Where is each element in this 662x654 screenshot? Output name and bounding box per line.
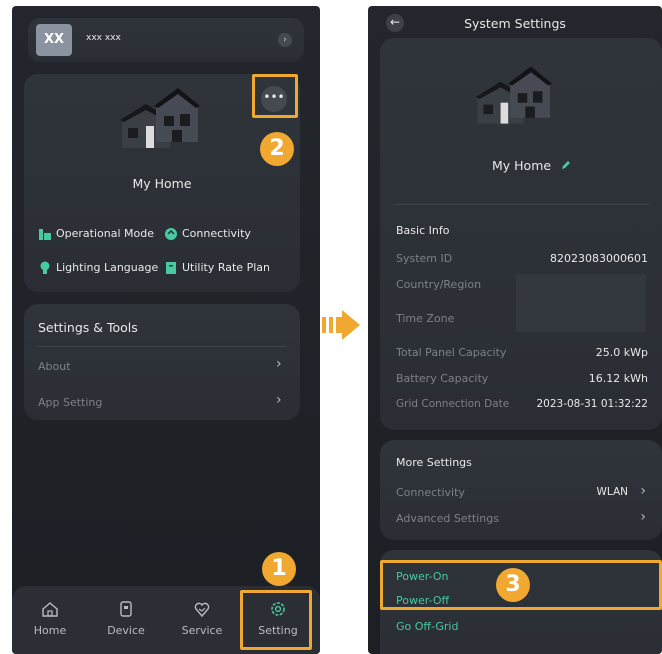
callout-box [240,590,312,650]
callout-box [252,74,298,118]
info-value: 25.0 kWp [595,346,648,359]
info-label: Grid Connection Date [396,398,510,410]
info-label: Total Panel Capacity [396,346,507,359]
info-row-battery-capacity: Battery Capacity 16.12 kWh [380,370,662,390]
chevron-right-icon: › [278,33,292,47]
lighting-icon [40,261,50,274]
quick-link-lighting-language[interactable]: Lighting Language [38,260,162,276]
quick-link-label: Operational Mode [56,227,155,240]
nav-label: Service [181,624,223,637]
chevron-right-icon: › [276,392,282,408]
settings-item-app-setting[interactable]: App Setting › [24,390,300,414]
page-title: System Settings [464,16,566,31]
section-title: Basic Info [396,224,450,237]
house-image [120,88,200,148]
arrow-right-icon [322,310,360,340]
setting-value: WLAN [596,486,628,498]
quick-link-label: Utility Rate Plan [182,261,270,274]
user-name: xxx xxx [86,33,121,43]
settings-item-about[interactable]: About › [24,354,300,378]
go-off-grid-button[interactable]: Go Off-Grid [396,620,458,633]
quick-link-connectivity[interactable]: Connectivity [164,226,284,242]
house-image [475,66,552,124]
operational-mode-icon [39,229,51,240]
utility-rate-icon [166,262,176,274]
info-value: 2023-08-31 01:32:22 [536,398,648,410]
chevron-right-icon: › [640,483,646,499]
home-name: My Home [492,158,552,173]
setting-row-advanced[interactable]: Advanced Settings › [380,508,662,530]
nav-device[interactable]: Device [96,600,156,637]
chevron-right-icon: › [640,509,646,525]
info-label: Battery Capacity [396,372,489,385]
info-row-panel-capacity: Total Panel Capacity 25.0 kWp [380,344,662,364]
more-settings-card: More Settings Connectivity WLAN › Advanc… [380,440,662,540]
chevron-right-icon: › [276,356,282,372]
nav-home[interactable]: Home [20,600,80,637]
divider [38,346,286,347]
step-badge: 1 [262,552,296,586]
info-row-time-zone: Time Zone [380,310,662,330]
info-label: Time Zone [396,312,455,325]
info-row-grid-connection-date: Grid Connection Date 2023-08-31 01:32:22 [380,396,662,416]
home-screen: XX xxx xxx › ••• My Home Operational Mod… [12,6,320,654]
avatar: XX [36,24,72,56]
info-value: 82023083000601 [550,252,648,265]
nav-label: Device [107,624,145,637]
setting-label: Connectivity [396,486,465,499]
step-badge: 3 [496,568,530,602]
basic-info-card: My Home Basic Info System ID 82023083000… [380,38,662,430]
info-label: Country/Region [396,278,482,291]
system-settings-screen: ← System Settings My Home Basic Info Sys… [368,6,662,654]
info-value: 16.12 kWh [588,372,648,385]
setting-label: Advanced Settings [396,512,499,525]
quick-link-label: Connectivity [182,227,251,240]
settings-tools-card: Settings & Tools About › App Setting › [24,304,300,420]
settings-item-label: App Setting [38,396,103,409]
connectivity-icon [165,228,177,240]
info-label: System ID [396,252,453,265]
nav-service[interactable]: Service [172,600,232,637]
edit-pencil-icon[interactable] [560,159,572,171]
step-badge: 2 [260,132,294,166]
setting-row-connectivity[interactable]: Connectivity WLAN › [380,482,662,504]
home-name: My Home [132,176,192,191]
info-row-system-id: System ID 82023083000601 [380,250,662,270]
nav-label: Home [33,624,67,637]
quick-link-label: Lighting Language [56,261,159,274]
section-title: More Settings [396,456,472,469]
user-bar[interactable]: XX xxx xxx › [28,18,304,62]
home-icon [42,602,58,617]
section-title: Settings & Tools [38,320,138,335]
device-icon [120,601,132,617]
service-icon [194,602,210,618]
quick-link-utility-rate-plan[interactable]: Utility Rate Plan [164,260,288,276]
settings-item-label: About [38,360,71,373]
divider [394,204,650,205]
